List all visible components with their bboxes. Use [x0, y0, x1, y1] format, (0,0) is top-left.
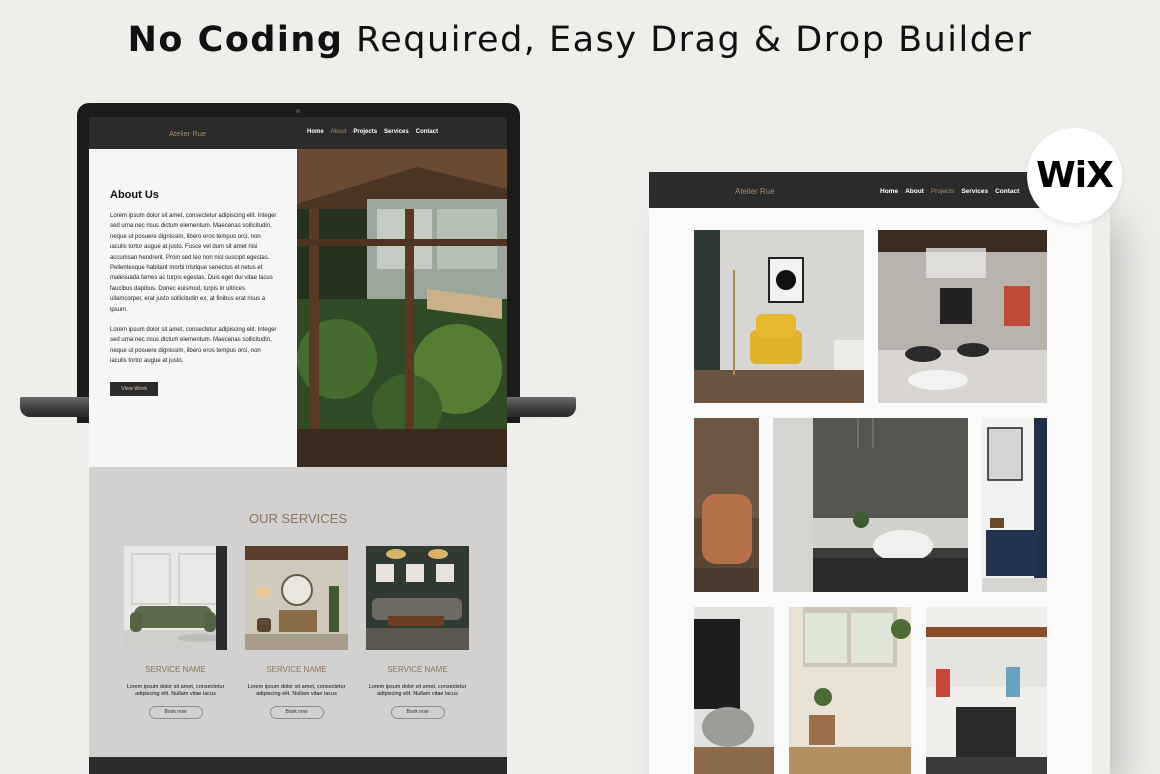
hero-house-photo — [297, 149, 507, 467]
book-now-button[interactable]: Book now — [148, 706, 203, 719]
services-section: OUR SERVICES SERVICE NAME Lorem ipsum do… — [89, 467, 507, 757]
left-site-navbar: Atelier Rue Home About Projects Services… — [89, 117, 507, 149]
gallery-photo-kitchen[interactable] — [926, 607, 1047, 774]
wix-logo-badge: WiX — [1027, 128, 1122, 223]
right-site-menu: Home About Projects Services Contact — [880, 188, 1019, 195]
headline-rest: Required, Easy Drag & Drop Builder — [343, 20, 1033, 60]
book-now-button[interactable]: Book now — [390, 706, 445, 719]
nav-projects[interactable]: Projects — [353, 129, 377, 135]
service-card: SERVICE NAME Lorem ipsum dolor sit amet,… — [124, 546, 227, 719]
service-photo-2 — [245, 546, 348, 650]
nav-projects[interactable]: Projects — [931, 188, 954, 195]
gallery-photo-sideboard[interactable] — [982, 418, 1047, 592]
left-site-menu: Home About Projects Services Contact — [307, 129, 438, 135]
nav-services[interactable]: Services — [384, 129, 409, 135]
nav-contact[interactable]: Contact — [995, 188, 1019, 195]
service-description: Lorem ipsum dolor sit amet, consectetur … — [368, 684, 467, 697]
nav-contact[interactable]: Contact — [416, 129, 438, 135]
gallery-photo-bathroom[interactable] — [773, 418, 968, 592]
about-text-block: About Us Lorem ipsum dolor sit amet, con… — [110, 189, 278, 396]
service-name: SERVICE NAME — [266, 665, 327, 674]
about-title: About Us — [110, 189, 159, 201]
nav-about[interactable]: About — [905, 188, 924, 195]
service-photo-1 — [124, 546, 227, 650]
nav-services[interactable]: Services — [961, 188, 988, 195]
left-site-logo[interactable]: Atelier Rue — [169, 129, 206, 138]
service-name: SERVICE NAME — [145, 665, 206, 674]
nav-about[interactable]: About — [331, 129, 347, 135]
left-site-footer — [89, 757, 507, 774]
service-card: SERVICE NAME Lorem ipsum dolor sit amet,… — [366, 546, 469, 719]
nav-home[interactable]: Home — [307, 129, 324, 135]
about-paragraph-2: Lorem ipsum dolor sit amet, consectetur … — [110, 327, 277, 365]
right-site-navbar: Atelier Rue Home About Projects Services… — [649, 172, 1092, 208]
right-site-logo[interactable]: Atelier Rue — [735, 187, 775, 196]
right-website-mockup: Atelier Rue Home About Projects Services… — [649, 172, 1092, 774]
gallery-photo-armchair[interactable] — [694, 418, 759, 592]
view-work-button[interactable]: View Work — [110, 381, 159, 396]
about-section: About Us Lorem ipsum dolor sit amet, con… — [89, 149, 507, 467]
headline-bold: No Coding — [127, 20, 344, 60]
service-card: SERVICE NAME Lorem ipsum dolor sit amet,… — [245, 546, 348, 719]
service-description: Lorem ipsum dolor sit amet, consectetur … — [126, 684, 225, 697]
service-name: SERVICE NAME — [387, 665, 448, 674]
services-title: OUR SERVICES — [248, 511, 347, 526]
service-photo-3 — [366, 546, 469, 650]
nav-home[interactable]: Home — [880, 188, 898, 195]
book-now-button[interactable]: Book now — [269, 706, 324, 719]
about-paragraph-1: Lorem ipsum dolor sit amet, consectetur … — [110, 213, 277, 313]
page-headline: No Coding Required, Easy Drag & Drop Bui… — [0, 20, 1160, 60]
service-description: Lorem ipsum dolor sit amet, consectetur … — [247, 684, 346, 697]
laptop-camera — [296, 109, 300, 113]
gallery-photo-yellow-chair[interactable] — [694, 230, 864, 403]
gallery-photo-living-room[interactable] — [878, 230, 1047, 403]
gallery-photo-sofa[interactable] — [789, 607, 911, 774]
gallery-photo-lounge-chair[interactable] — [694, 607, 774, 774]
left-website-mockup: Atelier Rue Home About Projects Services… — [89, 117, 507, 774]
